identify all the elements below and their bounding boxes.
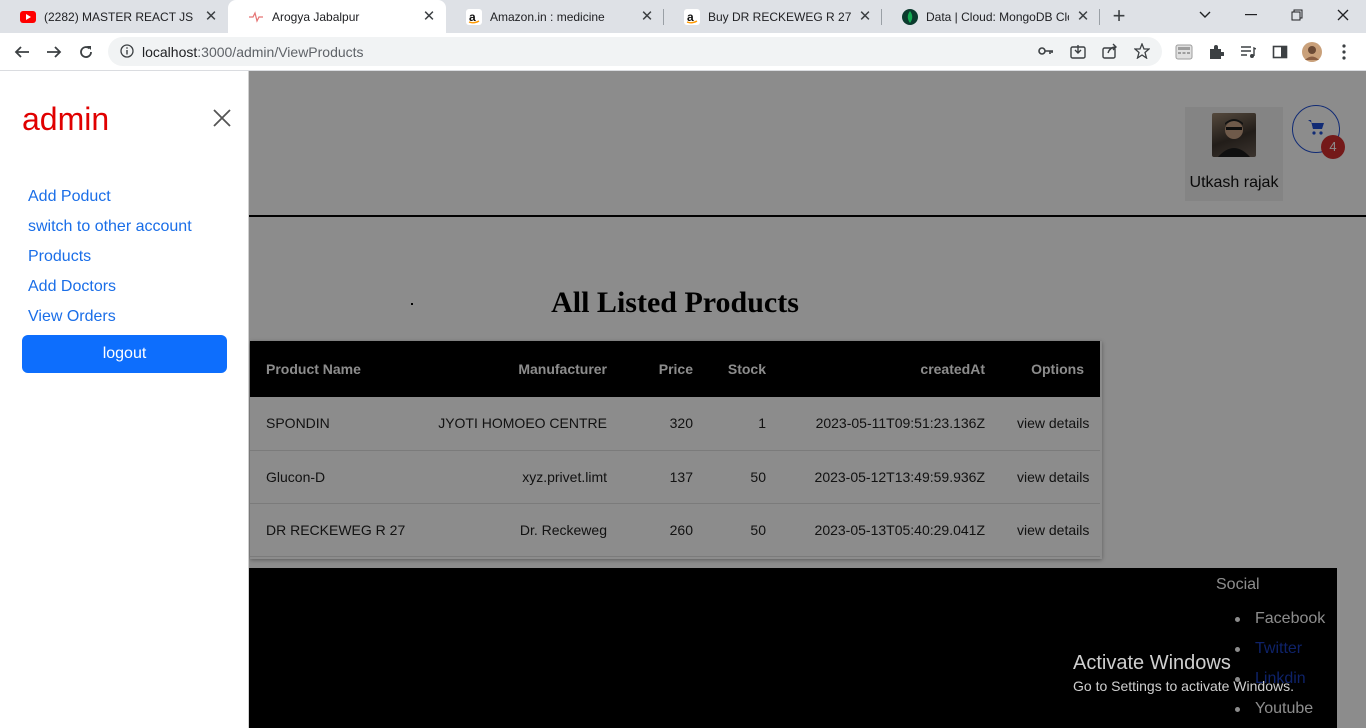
bookmark-star-icon[interactable] [1133,42,1151,64]
key-icon[interactable] [1038,44,1054,63]
tab-amazon-reckeweg[interactable]: a Buy DR RECKEWEG R 27 REN ✕ [664,0,882,33]
watermark-title: Activate Windows [1073,652,1231,674]
site-info-icon[interactable] [120,44,134,63]
nav-products[interactable]: Products [28,246,192,276]
tab-title: Arogya Jabalpur [272,9,360,24]
admin-drawer: admin Add Poduct switch to other account… [0,71,249,728]
side-panel-icon[interactable] [1270,42,1290,62]
close-icon[interactable] [210,106,234,130]
minimize-icon[interactable] [1228,0,1274,30]
tab-search-icon[interactable] [1182,0,1228,30]
tab-arogya[interactable]: Arogya Jabalpur ✕ [228,0,446,33]
restore-icon[interactable] [1274,0,1320,30]
amazon-icon: a [684,8,700,25]
media-controls-icon[interactable] [1238,42,1258,62]
back-icon[interactable] [12,42,32,62]
tab-title: (2282) MASTER REACT JS IN 4 [44,9,197,24]
tab-close-icon[interactable]: ✕ [639,8,655,25]
site-icon [248,9,264,25]
calculator-extension-icon[interactable] [1174,42,1194,62]
url-host: localhost [142,44,198,60]
logout-button[interactable]: logout [22,335,227,373]
nav-view-orders[interactable]: View Orders [28,306,192,336]
drawer-title: admin [22,101,110,137]
tab-close-icon[interactable]: ✕ [203,8,219,25]
drawer-nav: Add Poduct switch to other account Produ… [28,186,192,336]
extensions-icon[interactable] [1206,42,1226,62]
tab-youtube[interactable]: (2282) MASTER REACT JS IN 4 ✕ [0,0,228,33]
activate-windows-watermark: Activate Windows Go to Settings to activ… [1073,650,1294,696]
url-path: :3000/admin/ViewProducts [197,44,364,60]
tab-title: Data | Cloud: MongoDB Clou [926,9,1069,24]
nav-add-product[interactable]: Add Poduct [28,186,192,216]
forward-icon[interactable] [44,42,64,62]
window-close-icon[interactable] [1320,0,1366,30]
browser-menu-icon[interactable] [1334,42,1354,62]
tab-close-icon[interactable]: ✕ [1075,8,1091,25]
url-text: localhost:3000/admin/ViewProducts [142,44,364,60]
profile-avatar-icon[interactable] [1302,42,1322,62]
tab-separator [1099,9,1100,25]
tab-amazon-medicine[interactable]: a Amazon.in : medicine ✕ [446,0,664,33]
share-icon[interactable] [1102,43,1118,64]
install-icon[interactable] [1070,43,1086,64]
browser-tab-strip: (2282) MASTER REACT JS IN 4 ✕ Arogya Jab… [0,0,1366,33]
mongodb-icon [902,8,918,25]
tab-title: Amazon.in : medicine [490,9,605,24]
tab-mongodb[interactable]: Data | Cloud: MongoDB Clou ✕ [882,0,1100,33]
youtube-icon [20,9,36,25]
tab-close-icon[interactable]: ✕ [421,8,437,25]
page-content: Utkash rajak 4 All Listed Products Produ… [0,71,1366,728]
nav-add-doctors[interactable]: Add Doctors [28,276,192,306]
tab-title: Buy DR RECKEWEG R 27 REN [708,9,851,24]
new-tab-icon[interactable]: + [1108,5,1130,28]
nav-switch-account[interactable]: switch to other account [28,216,192,246]
amazon-icon: a [466,8,482,25]
reload-icon[interactable] [76,42,96,62]
address-bar[interactable]: localhost:3000/admin/ViewProducts [108,37,1162,66]
tab-close-icon[interactable]: ✕ [857,8,873,25]
watermark-subtitle: Go to Settings to activate Windows. [1073,678,1294,694]
browser-toolbar: localhost:3000/admin/ViewProducts [0,33,1366,71]
